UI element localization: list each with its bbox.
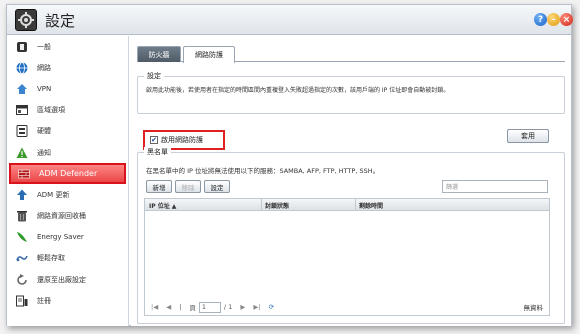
vpn-icon (15, 82, 29, 96)
blacklist-table: IP 位址 ▲ 封鎖狀態 剩餘時間 |◀ ◀ | 頁 1 / 1 ▶ ▶| ⟳ … (144, 198, 550, 316)
pagination-bar: |◀ ◀ | 頁 1 / 1 ▶ ▶| ⟳ 無資料 (145, 299, 549, 315)
pager-separator: | (179, 303, 182, 311)
tab-network-defender[interactable]: 網路防護 (183, 46, 235, 63)
sidebar-item-registration[interactable]: 註冊 (7, 290, 128, 311)
sidebar-item-label: 註冊 (37, 296, 51, 305)
first-page-icon[interactable]: |◀ (151, 303, 158, 311)
sidebar-item-label: 還原至出廠設定 (37, 275, 86, 284)
add-button[interactable]: 新增 (146, 180, 172, 193)
sidebar-item-label: ADM 更新 (37, 190, 70, 199)
recycle-bin-icon (15, 209, 29, 223)
no-data-label: 無資料 (523, 304, 544, 312)
apply-button[interactable]: 套用 (507, 129, 549, 143)
checkbox-label: 啟用網路防護 (161, 136, 203, 144)
remove-button[interactable]: 移除 (175, 180, 201, 193)
sidebar-item-network[interactable]: 網路 (7, 57, 128, 78)
sidebar-item-energy-saver[interactable]: Energy Saver (7, 227, 128, 248)
blacklist-group: 黑名單 在黑名單中的 IP 位址將無法使用以下的服務：SAMBA, AFP, F… (137, 147, 565, 324)
title-bar: 設定 ? – × (7, 5, 573, 35)
help-icon: ? (537, 14, 544, 25)
sidebar-item-vpn[interactable]: VPN (7, 78, 128, 99)
sidebar-item-adm-defender[interactable]: ADM Defender (9, 163, 126, 185)
sidebar-item-label: 輕鬆存取 (37, 254, 65, 263)
adm-update-icon (15, 188, 29, 202)
prev-page-icon[interactable]: ◀ (166, 303, 171, 311)
sidebar-item-label: Energy Saver (37, 233, 84, 242)
hardware-icon (15, 124, 29, 138)
sidebar-item-hardware[interactable]: 硬體 (7, 121, 128, 142)
blacklist-description: 在黑名單中的 IP 位址將無法使用以下的服務：SAMBA, AFP, FTP, … (146, 167, 380, 175)
column-ip-address[interactable]: IP 位址 ▲ (149, 201, 176, 210)
next-page-icon[interactable]: ▶ (240, 303, 245, 311)
close-icon: × (562, 14, 571, 25)
checkmark-icon: ✔ (151, 135, 157, 144)
minimize-icon: – (551, 14, 556, 25)
refresh-icon[interactable]: ⟳ (269, 303, 274, 311)
settings-group: 設定 啟用此功能後，若使用者在指定的時間區間內重複登入失敗超過指定的次數，該用戶… (137, 71, 565, 114)
table-header: IP 位址 ▲ 封鎖狀態 剩餘時間 (145, 199, 549, 211)
general-icon (15, 40, 29, 54)
regional-options-icon (15, 103, 29, 117)
adm-defender-icon (17, 167, 31, 181)
sidebar-item-label: 一般 (37, 42, 51, 51)
column-block-status[interactable]: 封鎖狀態 (261, 199, 289, 211)
tab-bar: 防火牆 網路防護 (137, 44, 565, 63)
window-title: 設定 (45, 12, 76, 30)
settings-legend: 設定 (144, 71, 164, 81)
sidebar-item-label: 通知 (37, 148, 51, 157)
sidebar-item-factory-reset[interactable]: 還原至出廠設定 (7, 269, 128, 290)
registration-icon (15, 294, 29, 308)
factory-reset-icon (15, 273, 29, 287)
settings-description: 啟用此功能後，若使用者在指定的時間區間內重複登入失敗超過指定的次數，該用戶端的 … (146, 87, 450, 94)
sidebar-item-regional-options[interactable]: 區域選項 (7, 100, 128, 121)
sidebar-item-label: 網路資源回收桶 (37, 212, 86, 221)
network-icon (15, 61, 29, 75)
sidebar-item-label: 網路 (37, 63, 51, 72)
sidebar-item-label: 硬體 (37, 127, 51, 136)
easy-access-icon (15, 251, 29, 265)
main-content: 防火牆 網路防護 設定 啟用此功能後，若使用者在指定的時間區間內重複登入失敗超過… (131, 36, 571, 326)
tab-firewall[interactable]: 防火牆 (137, 46, 181, 62)
page-number-input[interactable]: 1 (198, 301, 221, 313)
close-button[interactable]: × (560, 13, 573, 26)
settings-app-icon (15, 9, 37, 31)
checkbox-box[interactable]: ✔ (150, 136, 158, 144)
sidebar-item-label: ADM Defender (39, 169, 98, 179)
page-total: / 1 (223, 303, 233, 311)
help-button[interactable]: ? (534, 13, 547, 26)
minimize-button[interactable]: – (547, 13, 560, 26)
column-remaining-time[interactable]: 剩餘時間 (355, 199, 383, 211)
page-label: 頁 (189, 304, 196, 312)
sidebar-item-notification[interactable]: 通知 (7, 142, 128, 163)
filter-input[interactable]: 篩選 (442, 180, 548, 193)
sidebar-item-label: 區域選項 (37, 106, 65, 115)
settings-window: 設定 ? – × 一般 網路 VPN 區域選項 硬體 通知 ADM Defend… (6, 4, 573, 326)
energy-saver-icon (15, 230, 29, 244)
sidebar-item-general[interactable]: 一般 (7, 36, 128, 57)
blacklist-legend: 黑名單 (144, 147, 171, 157)
last-page-icon[interactable]: ▶| (253, 303, 260, 311)
blacklist-settings-button[interactable]: 設定 (204, 180, 230, 193)
sidebar-item-easy-access[interactable]: 輕鬆存取 (7, 248, 128, 269)
sidebar-item-label: VPN (37, 84, 52, 93)
sidebar-item-recycle-bin[interactable]: 網路資源回收桶 (7, 206, 128, 227)
sidebar: 一般 網路 VPN 區域選項 硬體 通知 ADM Defender ADM 更新… (7, 36, 129, 326)
sidebar-item-adm-update[interactable]: ADM 更新 (7, 184, 128, 205)
notification-icon (15, 146, 29, 160)
